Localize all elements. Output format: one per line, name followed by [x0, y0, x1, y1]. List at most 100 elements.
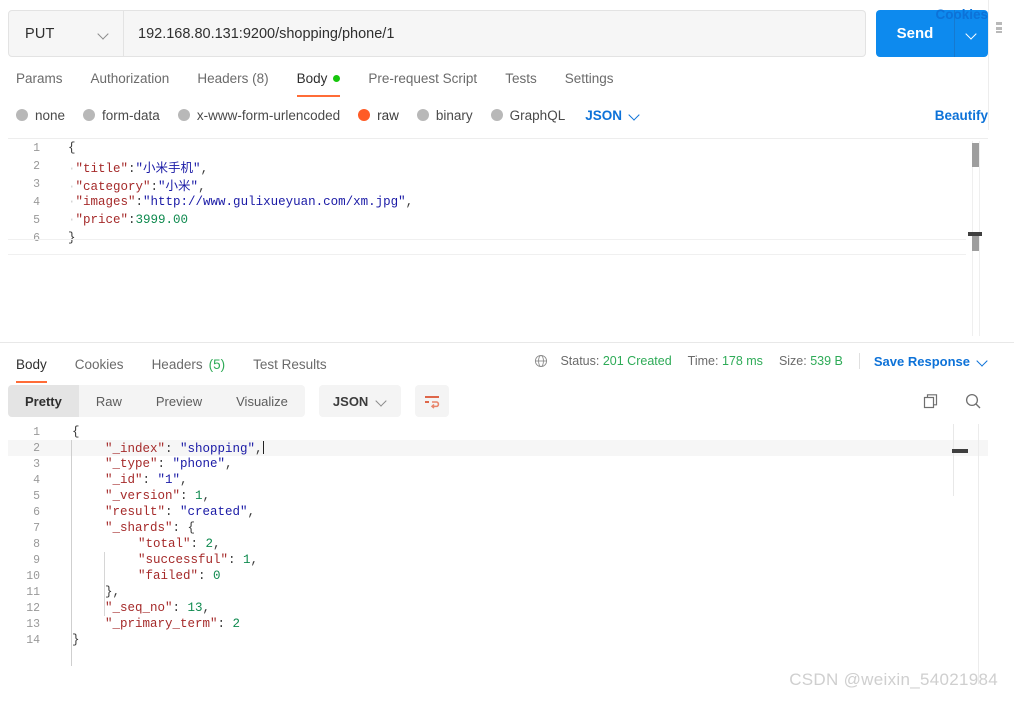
- code-token: "created": [180, 505, 248, 519]
- raw-format-value: JSON: [585, 107, 622, 123]
- code-token: ,: [405, 195, 414, 209]
- code-token: ,: [255, 441, 263, 456]
- request-tab-authorization[interactable]: Authorization: [77, 64, 184, 92]
- body-type-none[interactable]: none: [16, 108, 65, 123]
- code-text: ·"images":"http://www.gulixueyuan.com/xm…: [54, 195, 413, 209]
- response-tab-cookies[interactable]: Cookies: [61, 350, 138, 378]
- body-type-raw[interactable]: raw: [358, 108, 399, 123]
- chevron-down-icon: [967, 29, 977, 39]
- code-text: "total": 2,: [54, 537, 221, 551]
- line-number: 1: [33, 141, 40, 155]
- line-number: 4: [33, 473, 40, 487]
- code-token: "http://www.gulixueyuan.com/xm.jpg": [143, 195, 406, 209]
- code-token: :: [135, 195, 144, 209]
- search-icon[interactable]: [964, 392, 982, 410]
- request-tab-headers-8[interactable]: Headers (8): [183, 64, 282, 92]
- code-token: "_index": [105, 441, 166, 456]
- line-number: 10: [26, 569, 40, 583]
- http-method-value: PUT: [25, 25, 55, 42]
- code-token: 0: [213, 569, 221, 583]
- request-scrollbar-thumb[interactable]: [972, 143, 979, 167]
- response-code-area: 1{2 "_index": "shopping", 3 "_type": "phone…: [8, 424, 988, 648]
- code-token: ,: [225, 457, 233, 471]
- copy-icon[interactable]: [922, 392, 940, 410]
- code-text: "successful": 1,: [54, 553, 258, 567]
- http-method-select[interactable]: PUT: [8, 10, 124, 57]
- time-value: 178 ms: [721, 354, 763, 368]
- code-token: {: [72, 425, 80, 439]
- request-tab-settings[interactable]: Settings: [551, 64, 628, 92]
- code-token: "category": [75, 179, 151, 194]
- response-body-editor[interactable]: 1{2 "_index": "shopping", 3 "_type": "phone…: [8, 424, 988, 684]
- code-token: ,: [200, 161, 209, 176]
- time-label: Time:: [687, 354, 719, 368]
- code-text: ·"price":3999.00: [54, 213, 188, 227]
- tab-label: Authorization: [90, 70, 170, 86]
- line-number: 11: [26, 585, 40, 599]
- tab-label: Body: [296, 70, 328, 86]
- code-line: 1{: [8, 139, 988, 157]
- code-token: "title": [75, 161, 129, 176]
- tab-label: Settings: [564, 70, 614, 86]
- beautify-link[interactable]: Beautify: [935, 102, 988, 128]
- code-line: 5 ·"price":3999.00: [8, 211, 988, 229]
- code-token: "_shards": [105, 521, 173, 535]
- body-type-label: x-www-form-urlencoded: [196, 107, 341, 123]
- code-text: "_seq_no": 13,: [54, 601, 210, 615]
- raw-format-select[interactable]: JSON: [585, 108, 640, 123]
- code-line: 9 "successful": 1,: [8, 552, 988, 568]
- response-tab-test-results[interactable]: Test Results: [239, 350, 341, 378]
- line-number: 5: [33, 489, 40, 503]
- request-tab-tests[interactable]: Tests: [491, 64, 551, 92]
- view-mode-preview[interactable]: Preview: [139, 385, 219, 417]
- save-response-label: Save Response: [873, 353, 970, 369]
- request-tab-bar: Params Authorization Headers (8) Body Pre-re…: [8, 64, 1014, 97]
- request-scrollbar-thumb-secondary[interactable]: [972, 235, 979, 251]
- view-mode-visualize[interactable]: Visualize: [219, 385, 305, 417]
- code-token: "_version": [105, 489, 181, 503]
- code-token: "shopping": [180, 441, 256, 456]
- code-token: ·: [68, 179, 76, 194]
- code-line: 8 "total": 2,: [8, 536, 988, 552]
- code-token: 1: [195, 489, 203, 503]
- code-token: {: [187, 521, 196, 535]
- request-tab-body[interactable]: Body: [283, 64, 355, 97]
- word-wrap-button[interactable]: [415, 385, 450, 417]
- request-tab-params[interactable]: Params: [8, 64, 77, 92]
- request-tab-pre-request-script[interactable]: Pre-request Script: [354, 64, 491, 92]
- response-divider: [0, 342, 1014, 343]
- view-mode-raw[interactable]: Raw: [79, 385, 139, 417]
- response-tab-body[interactable]: Body: [8, 350, 61, 383]
- body-type-x-www-form-urlencoded[interactable]: x-www-form-urlencoded: [177, 107, 341, 123]
- request-body-editor[interactable]: 1{2 ·"title":"小米手机", 3 ·"category":"小米", 4 ·"…: [8, 138, 988, 338]
- line-number: 3: [33, 177, 40, 191]
- more-options-icon[interactable]: [996, 22, 1002, 33]
- url-input[interactable]: 192.168.80.131:9200/shopping/phone/1: [124, 10, 866, 57]
- body-type-binary[interactable]: binary: [416, 108, 473, 123]
- radio-icon: [83, 109, 96, 121]
- view-mode-pretty[interactable]: Pretty: [8, 385, 79, 417]
- status-readout: Status: 201 Created: [560, 354, 671, 368]
- code-line: 12 "_seq_no": 13,: [8, 600, 988, 616]
- request-scroll-marker: [968, 232, 982, 236]
- code-token: :: [165, 505, 181, 519]
- code-token: "_primary_term": [105, 617, 218, 631]
- code-token: 1: [243, 553, 251, 567]
- code-text: ·"title":"小米手机",: [54, 157, 208, 176]
- save-response-button[interactable]: Save Response: [874, 354, 988, 369]
- code-token: :: [142, 473, 158, 487]
- response-scrollbar-track[interactable]: [978, 424, 979, 684]
- body-modified-dot-icon: [333, 74, 341, 82]
- cookies-link[interactable]: Cookies: [935, 0, 988, 28]
- tab-label: Tests: [505, 70, 537, 86]
- body-type-graphql[interactable]: GraphQL: [490, 108, 565, 123]
- size-value: 539 B: [810, 354, 843, 368]
- body-type-form-data[interactable]: form-data: [83, 108, 160, 123]
- response-format-select[interactable]: JSON: [318, 385, 402, 417]
- code-token: "_id": [105, 473, 143, 487]
- tab-label: Test Results: [253, 356, 327, 372]
- code-token: :: [128, 161, 136, 176]
- response-tab-headers-5[interactable]: Headers (5): [138, 350, 240, 378]
- tab-label: Params: [16, 70, 63, 86]
- chevron-down-icon: [630, 110, 640, 120]
